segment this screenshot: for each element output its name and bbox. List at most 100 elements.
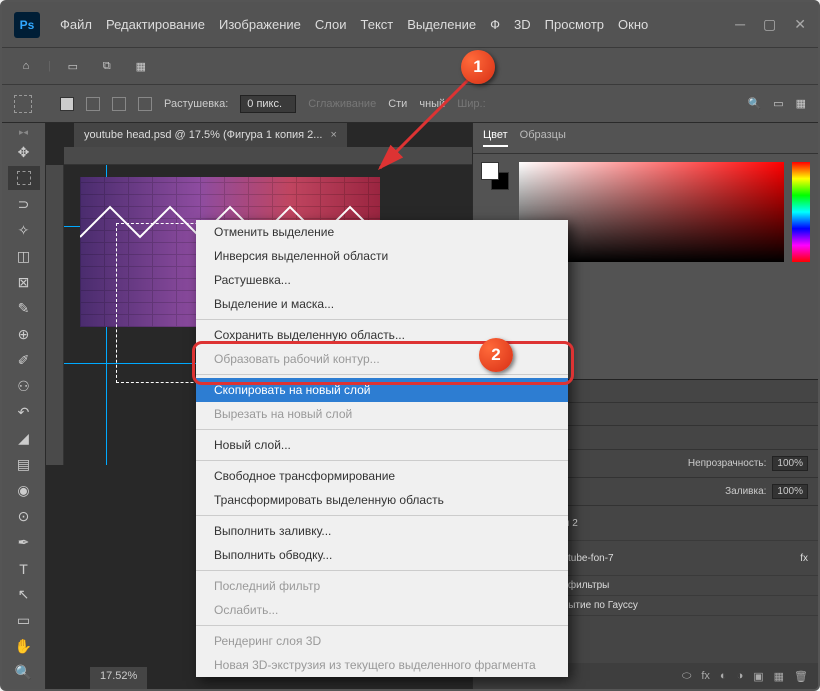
mode-add-icon[interactable] <box>86 97 100 111</box>
tab-swatches[interactable]: Образцы <box>520 129 566 147</box>
hue-slider[interactable] <box>792 162 810 262</box>
context-menu-item[interactable]: Выделение и маска... <box>196 292 568 316</box>
menu-window[interactable]: Окно <box>618 17 648 32</box>
brush-tool[interactable]: ✐ <box>8 348 40 372</box>
annotation-badge-1: 1 <box>461 50 495 84</box>
context-menu-item[interactable]: Новый слой... <box>196 433 568 457</box>
pen-tool[interactable]: ✒ <box>8 531 40 555</box>
context-menu-separator <box>196 374 568 375</box>
shape-tool[interactable]: ▭ <box>8 609 40 633</box>
fill-label: Заливка: <box>725 486 766 497</box>
menu-select[interactable]: Выделение <box>407 17 476 32</box>
menu-3d[interactable]: 3D <box>514 17 531 32</box>
context-menu-item[interactable]: Свободное трансформирование <box>196 464 568 488</box>
context-menu-separator <box>196 515 568 516</box>
mask-icon[interactable]: ◐ <box>720 670 727 682</box>
eraser-tool[interactable]: ◢ <box>8 427 40 451</box>
tab-close-icon[interactable]: × <box>330 129 336 141</box>
close-button[interactable]: ✕ <box>794 16 806 33</box>
workspace-icon[interactable]: ▦ <box>796 97 806 110</box>
lasso-tool[interactable]: ⊃ <box>8 192 40 216</box>
width-label: Шир.: <box>457 98 485 110</box>
blur-tool[interactable]: ◉ <box>8 479 40 503</box>
maximize-button[interactable]: ▢ <box>763 16 776 33</box>
document-title: youtube head.psd @ 17.5% (Фигура 1 копия… <box>84 129 322 141</box>
new-layer-icon[interactable]: ▦ <box>774 670 784 683</box>
gradient-tool[interactable]: ▤ <box>8 453 40 477</box>
mode-sub-icon[interactable] <box>112 97 126 111</box>
menu-view[interactable]: Просмотр <box>545 17 604 32</box>
context-menu-item: Последний фильтр <box>196 574 568 598</box>
feather-label: Растушевка: <box>164 98 228 110</box>
eyedropper-tool[interactable]: ✎ <box>8 296 40 320</box>
ruler-vertical[interactable] <box>46 165 64 465</box>
grip-icon: ▸◂ <box>19 127 28 138</box>
annotation-badge-2: 2 <box>479 338 513 372</box>
stamp-tool[interactable]: ⚇ <box>8 374 40 398</box>
feather-input[interactable] <box>240 95 296 113</box>
share-icon[interactable]: ▭ <box>773 97 783 110</box>
context-menu-item[interactable]: Сохранить выделенную область... <box>196 323 568 347</box>
fill-value[interactable]: 100% <box>772 484 808 499</box>
path-tool[interactable]: ↖ <box>8 583 40 607</box>
context-menu-item[interactable]: Выполнить заливку... <box>196 519 568 543</box>
group-icon[interactable]: ▣ <box>753 670 763 683</box>
fx-badge[interactable]: fx <box>800 553 808 564</box>
context-menu-separator <box>196 319 568 320</box>
window-controls: ─ ▢ ✕ <box>735 16 806 33</box>
search-icon[interactable]: 🔍 <box>747 97 761 110</box>
minimize-button[interactable]: ─ <box>735 16 745 33</box>
stack-icon[interactable]: ⧉ <box>95 54 119 78</box>
menu-layers[interactable]: Слои <box>315 17 347 32</box>
app-logo: Ps <box>14 12 40 38</box>
mode-int-icon[interactable] <box>138 97 152 111</box>
healing-tool[interactable]: ⊕ <box>8 322 40 346</box>
fx-icon[interactable]: fx <box>701 670 710 682</box>
doc-icon[interactable]: ▭ <box>61 54 85 78</box>
tab-color[interactable]: Цвет <box>483 129 508 147</box>
titlebar: Ps Файл Редактирование Изображение Слои … <box>2 2 818 47</box>
marquee-icon <box>14 95 32 113</box>
zoom-level[interactable]: 17.52% <box>100 670 137 682</box>
context-menu-item: Ослабить... <box>196 598 568 622</box>
menu-filter[interactable]: Ф <box>490 17 500 32</box>
options-bar: Растушевка: Сглаживание Сти чный Шир.: 🔍… <box>2 85 818 123</box>
context-menu-item[interactable]: Растушевка... <box>196 268 568 292</box>
marquee-tool[interactable] <box>8 166 40 190</box>
zoom-tool[interactable]: 🔍 <box>8 661 40 685</box>
home-icon[interactable]: ⌂ <box>14 54 38 78</box>
menu-edit[interactable]: Редактирование <box>106 17 205 32</box>
fg-bg-swatch[interactable] <box>481 162 511 192</box>
menu-text[interactable]: Текст <box>361 17 394 32</box>
crop-tool[interactable]: ◫ <box>8 244 40 268</box>
history-brush-tool[interactable]: ↶ <box>8 400 40 424</box>
context-menu-item[interactable]: Скопировать на новый слой <box>196 378 568 402</box>
context-menu-item[interactable]: Инверсия выделенной области <box>196 244 568 268</box>
hand-tool[interactable]: ✋ <box>8 635 40 659</box>
context-menu-item[interactable]: Отменить выделение <box>196 220 568 244</box>
context-menu-separator <box>196 429 568 430</box>
trash-icon[interactable]: 🗑 <box>794 670 808 683</box>
menu-image[interactable]: Изображение <box>219 17 301 32</box>
style-value: чный <box>419 98 445 110</box>
dodge-tool[interactable]: ⊙ <box>8 505 40 529</box>
grid-icon[interactable]: ▦ <box>129 54 153 78</box>
context-menu-item: Новая 3D-экструзия из текущего выделенно… <box>196 653 568 677</box>
context-menu-item[interactable]: Выполнить обводку... <box>196 543 568 567</box>
mode-new-icon[interactable] <box>60 97 74 111</box>
type-tool[interactable]: T <box>8 557 40 581</box>
opacity-value[interactable]: 100% <box>772 456 808 471</box>
ruler-horizontal[interactable] <box>64 147 472 165</box>
context-menu-item[interactable]: Трансформировать выделенную область <box>196 488 568 512</box>
app-window: Ps Файл Редактирование Изображение Слои … <box>0 0 820 691</box>
move-tool[interactable]: ✥ <box>8 140 40 164</box>
opacity-label: Непрозрачность: <box>688 458 767 469</box>
document-tab[interactable]: youtube head.psd @ 17.5% (Фигура 1 копия… <box>74 123 347 147</box>
adj-icon[interactable]: ◑ <box>737 670 744 682</box>
frame-tool[interactable]: ⊠ <box>8 270 40 294</box>
menu-file[interactable]: Файл <box>60 17 92 32</box>
link-icon[interactable]: ⬭ <box>682 670 691 683</box>
fg-color[interactable] <box>481 162 499 180</box>
magic-wand-tool[interactable]: ✧ <box>8 218 40 242</box>
context-menu: Отменить выделениеИнверсия выделенной об… <box>196 220 568 677</box>
